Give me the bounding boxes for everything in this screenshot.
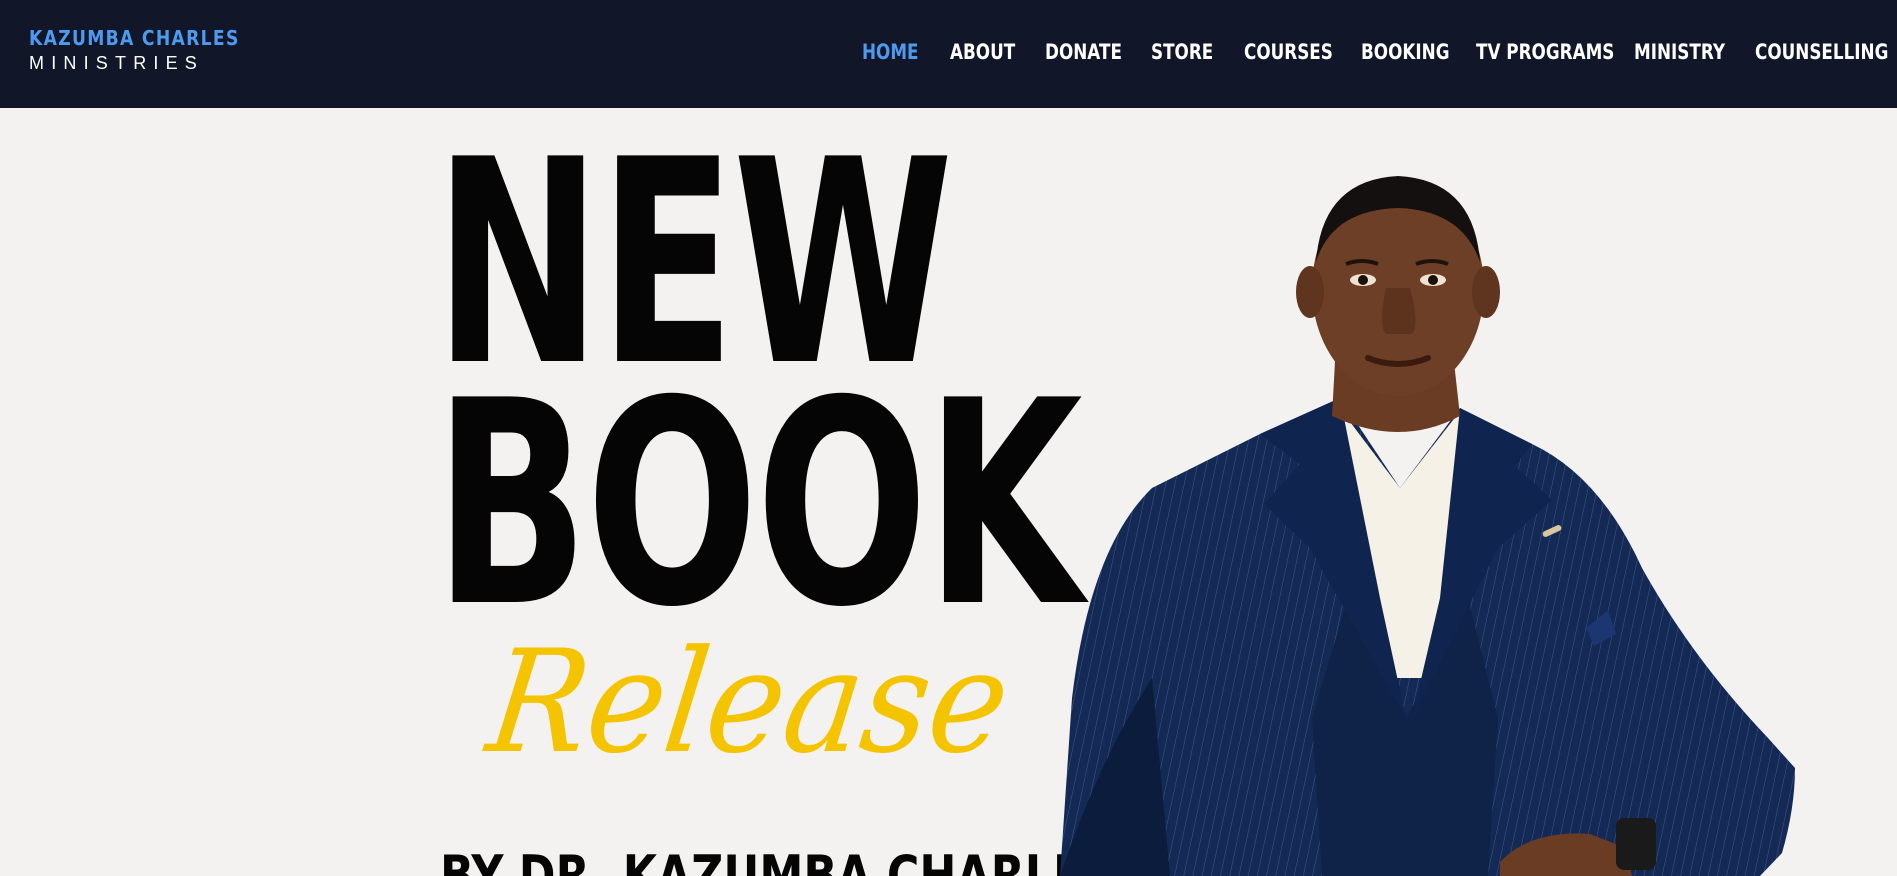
nav-booking-link[interactable]: BOOKING (1361, 38, 1449, 66)
hero-headline-book: BOOK (434, 340, 1083, 669)
author-portrait-photo (1060, 176, 1795, 876)
hero-release-script: Release (479, 620, 1019, 785)
nav-courses-link[interactable]: COURSES (1244, 38, 1333, 66)
main-menu: HOME ABOUT DONATE STORE COURSES BOOKING … (0, 38, 1897, 68)
hero-byline: BY DR. KAZUMBA CHARLES (440, 844, 1116, 876)
nav-ministry-link[interactable]: MINISTRY (1634, 38, 1725, 66)
hero-banner: NEW BOOK Release BY DR. KAZUMBA CHARLES (0, 108, 1897, 876)
nav-donate-link[interactable]: DONATE (1045, 38, 1122, 66)
top-navbar: KAZUMBA CHARLES MINISTRIES HOME ABOUT DO… (0, 0, 1897, 108)
nav-counselling-link[interactable]: COUNSELLING (1755, 38, 1888, 66)
nav-store-link[interactable]: STORE (1151, 38, 1213, 66)
nav-home-link[interactable]: HOME (862, 38, 919, 66)
nav-tv-programs-link[interactable]: TV PROGRAMS (1476, 38, 1614, 66)
nav-about-link[interactable]: ABOUT (950, 38, 1015, 66)
